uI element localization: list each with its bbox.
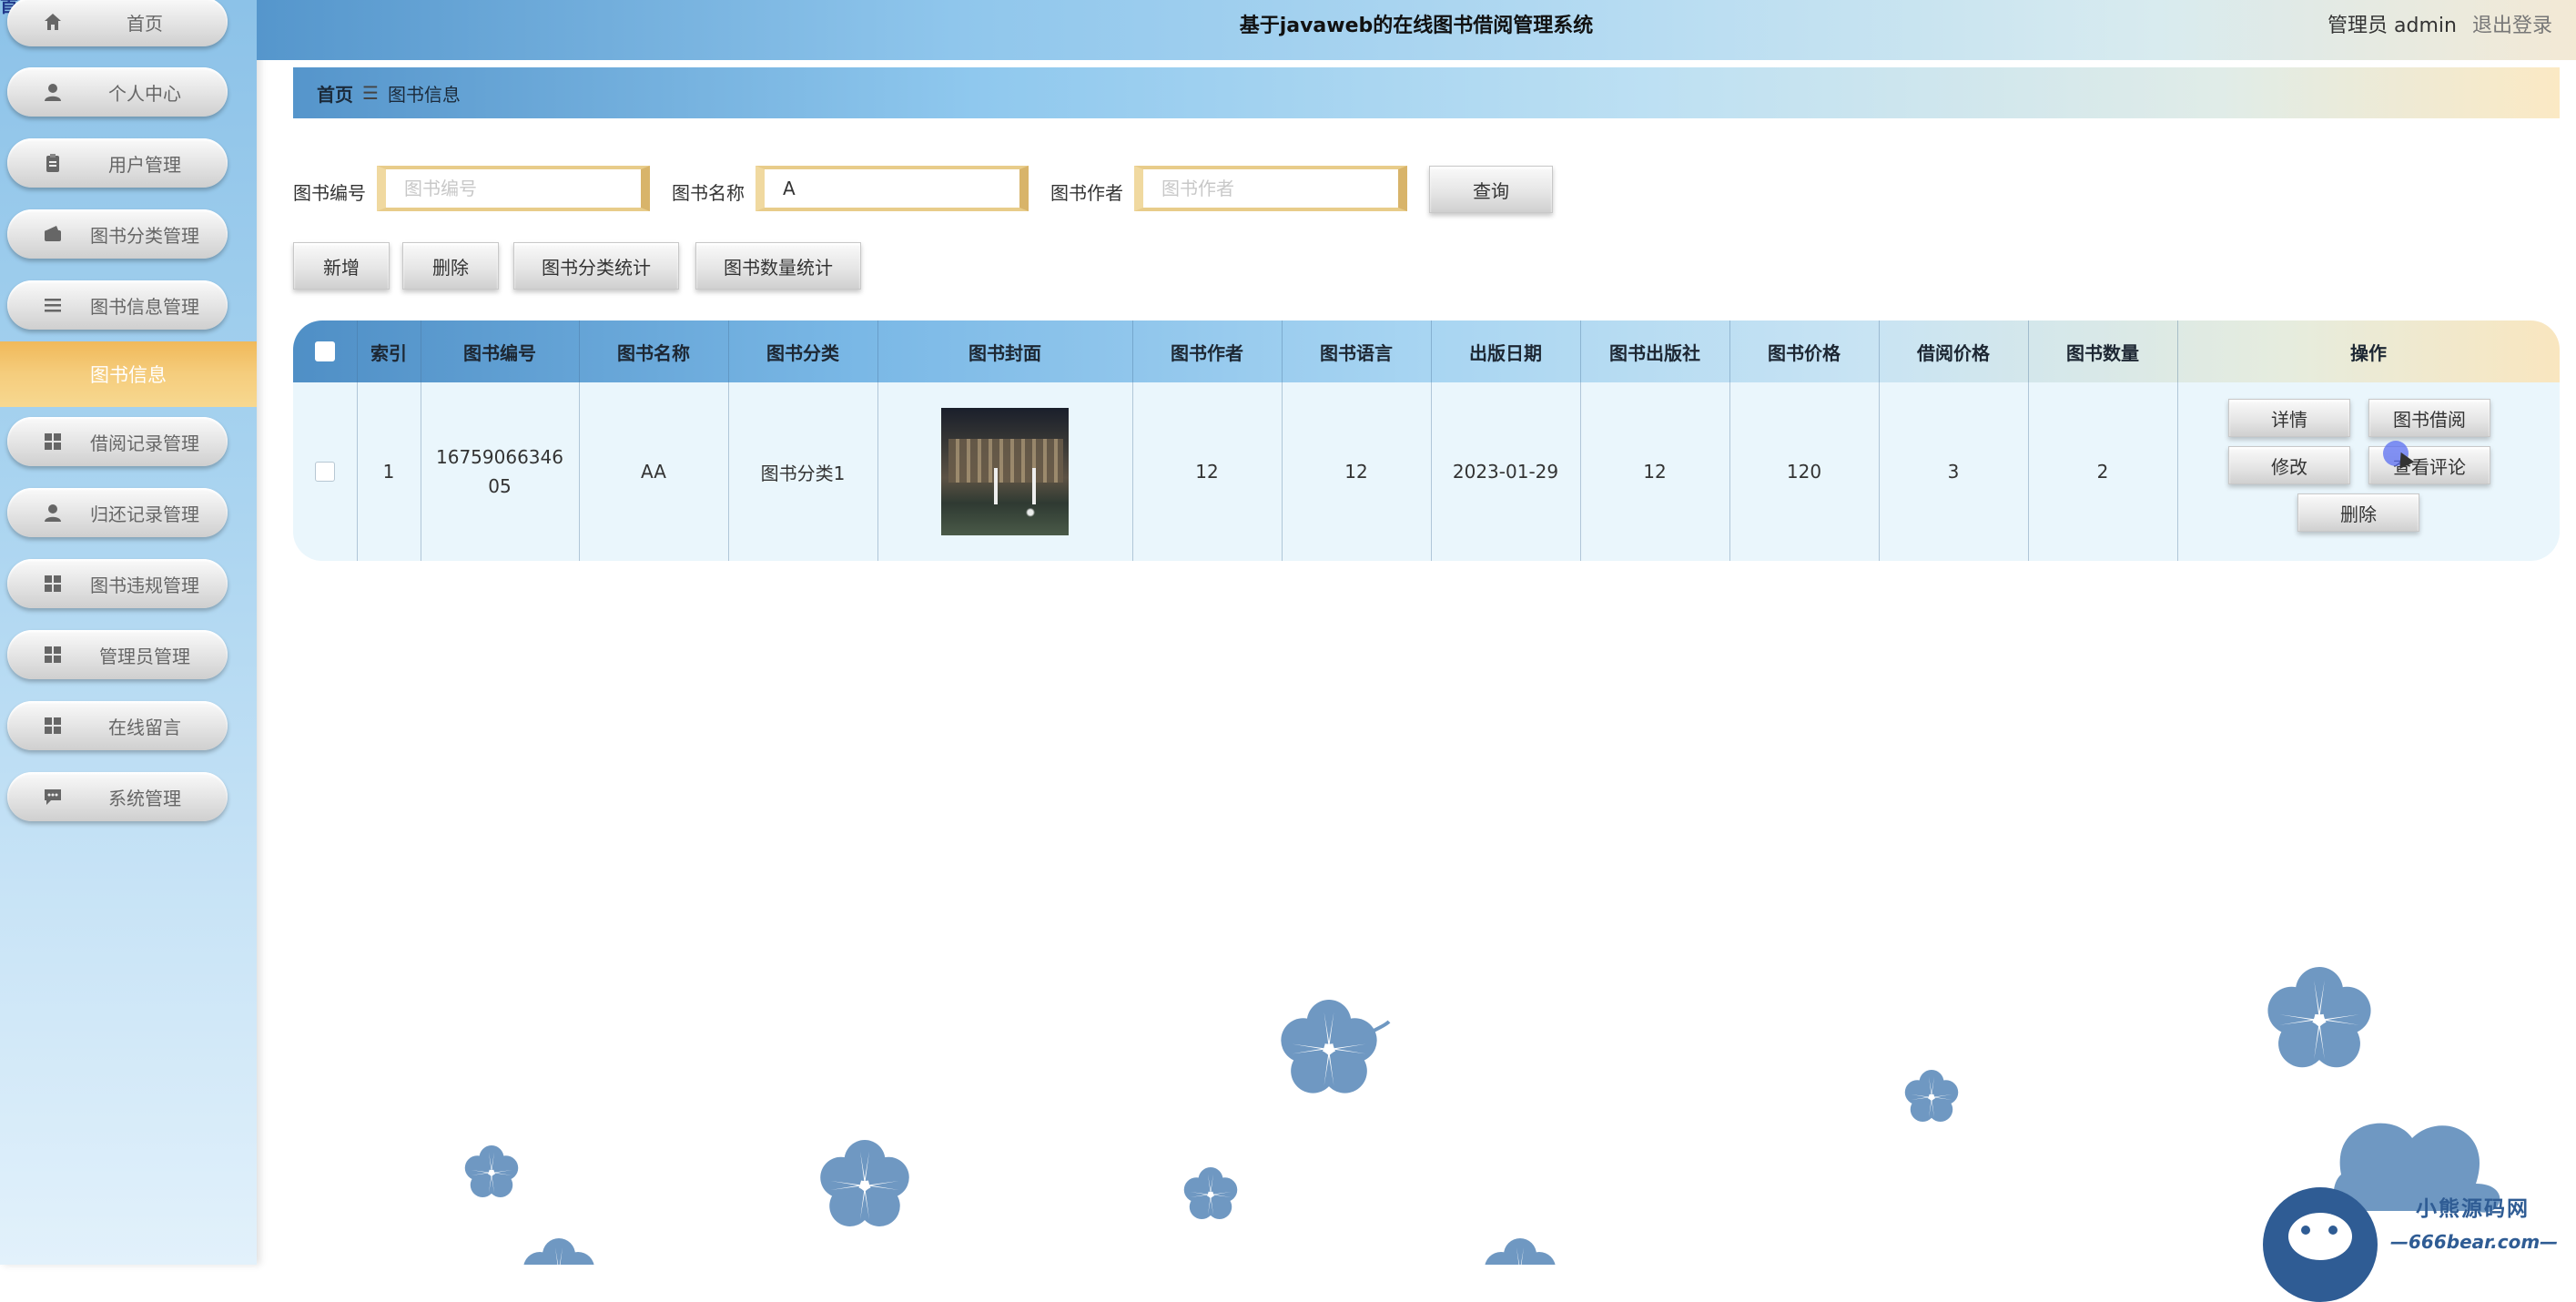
sidebar-item-label: 用户管理 bbox=[108, 153, 181, 176]
sidebar-item-label: 在线留言 bbox=[108, 716, 181, 738]
col-book-no: 图书编号 bbox=[463, 341, 536, 364]
app-title: 基于javaweb的在线图书借阅管理系统 bbox=[1239, 15, 1594, 37]
header-select-all bbox=[293, 320, 357, 382]
sidebar-item-label: 借阅记录管理 bbox=[90, 432, 199, 454]
cell-publisher: 12 bbox=[1643, 461, 1667, 483]
cell-book-no: 1675906634605 bbox=[421, 382, 579, 561]
watermark-name: 小熊源码网 bbox=[2416, 1196, 2530, 1221]
col-price: 图书价格 bbox=[1768, 341, 1841, 364]
cell-book-name: AA bbox=[641, 461, 666, 483]
bear-logo-icon bbox=[2263, 1187, 2378, 1302]
sidebar-item-5[interactable]: 借阅记录管理 bbox=[7, 417, 228, 466]
cell-price: 120 bbox=[1786, 461, 1822, 483]
sidebar-item-2[interactable]: 用户管理 bbox=[7, 138, 228, 188]
user-info: 管理员 admin 退出登录 bbox=[2328, 9, 2552, 38]
grid-icon bbox=[40, 429, 66, 454]
col-language: 图书语言 bbox=[1320, 341, 1393, 364]
cell-cover bbox=[877, 382, 1132, 561]
cell-borrow-price: 3 bbox=[1947, 461, 1960, 483]
breadcrumb-current: 图书信息 bbox=[387, 83, 461, 106]
sidebar-item-8[interactable]: 管理员管理 bbox=[7, 630, 228, 679]
grid-icon bbox=[40, 571, 66, 596]
sidebar-item-label: 管理员管理 bbox=[99, 645, 190, 667]
sidebar-item-label: 个人中心 bbox=[108, 82, 181, 105]
book-no-text: 1675906634605 bbox=[436, 446, 563, 497]
query-button[interactable]: 查询 bbox=[1429, 166, 1553, 213]
book-no-label: 图书编号 bbox=[293, 182, 366, 204]
sidebar-item-label: 图书分类管理 bbox=[90, 224, 199, 247]
col-borrow-price: 借阅价格 bbox=[1917, 341, 1990, 364]
col-author: 图书作者 bbox=[1171, 341, 1243, 364]
sidebar-item-4[interactable]: 图书信息管理 bbox=[7, 280, 228, 330]
row-select-cell bbox=[293, 382, 357, 561]
sidebar-item-9[interactable]: 在线留言 bbox=[7, 701, 228, 750]
sidebar-item-label: 图书信息管理 bbox=[90, 295, 199, 318]
detail-button[interactable]: 详情 bbox=[2228, 399, 2350, 437]
author-label: 图书作者 bbox=[1050, 182, 1123, 204]
edit-button[interactable]: 修改 bbox=[2228, 446, 2350, 484]
book-name-label: 图书名称 bbox=[672, 182, 745, 204]
book-cover-image[interactable] bbox=[941, 408, 1069, 535]
grid-icon bbox=[40, 713, 66, 738]
cell-quantity: 2 bbox=[2096, 461, 2109, 483]
sidebar-item-1[interactable]: 个人中心 bbox=[7, 67, 228, 117]
message-icon bbox=[40, 784, 66, 809]
sidebar-item-7[interactable]: 图书违规管理 bbox=[7, 559, 228, 608]
row-checkbox[interactable] bbox=[315, 462, 335, 482]
wallet-icon bbox=[40, 221, 66, 247]
cell-category: 图书分类1 bbox=[760, 462, 846, 484]
watermark: 小熊源码网 —666bear.com— bbox=[2263, 1184, 2576, 1302]
sidebar-item-3[interactable]: 图书分类管理 bbox=[7, 209, 228, 259]
sidebar-subitem-book-info[interactable]: 图书信息 bbox=[0, 341, 257, 407]
sidebar-item-6[interactable]: 归还记录管理 bbox=[7, 488, 228, 537]
borrow-button[interactable]: 图书借阅 bbox=[2368, 399, 2490, 437]
category-stats-button[interactable]: 图书分类统计 bbox=[513, 242, 679, 290]
col-category: 图书分类 bbox=[766, 341, 839, 364]
cell-index: 1 bbox=[382, 461, 395, 483]
sidebar-item-label: 系统管理 bbox=[108, 787, 181, 809]
book-name-input[interactable] bbox=[756, 166, 1029, 211]
col-cover: 图书封面 bbox=[969, 341, 1041, 364]
cell-language: 12 bbox=[1344, 461, 1368, 483]
book-no-input[interactable] bbox=[377, 166, 650, 211]
breadcrumb-separator-icon: ☰ bbox=[362, 82, 379, 104]
book-table: 索引 图书编号 图书名称 图书分类 图书封面 图书作者 图书语言 出版日期 图书… bbox=[293, 320, 2560, 561]
grid-icon bbox=[40, 642, 66, 667]
col-quantity: 图书数量 bbox=[2066, 341, 2139, 364]
breadcrumb-home[interactable]: 首页 bbox=[317, 80, 353, 107]
sidebar-item-label: 归还记录管理 bbox=[90, 503, 199, 525]
sidebar-item-label: 图书违规管理 bbox=[90, 574, 199, 596]
row-delete-button[interactable]: 删除 bbox=[2297, 493, 2419, 532]
sidebar-item-label: 首页 bbox=[127, 12, 163, 35]
col-book-name: 图书名称 bbox=[617, 341, 690, 364]
col-operations: 操作 bbox=[2350, 341, 2387, 364]
select-all-checkbox[interactable] bbox=[315, 341, 335, 361]
sidebar-item-0[interactable]: 首页 bbox=[7, 0, 228, 46]
user-icon bbox=[40, 79, 66, 105]
quantity-stats-button[interactable]: 图书数量统计 bbox=[695, 242, 861, 290]
cell-author: 12 bbox=[1195, 461, 1219, 483]
col-publisher: 图书出版社 bbox=[1609, 341, 1700, 364]
clipboard-icon bbox=[40, 150, 66, 176]
cell-pub-date: 2023-01-29 bbox=[1452, 461, 1559, 483]
col-pub-date: 出版日期 bbox=[1469, 341, 1542, 364]
sidebar-item-10[interactable]: 系统管理 bbox=[7, 772, 228, 821]
current-user: 管理员 admin bbox=[2328, 15, 2457, 37]
breadcrumb: 首页 ☰ 图书信息 bbox=[293, 67, 2560, 118]
top-header: 基于javaweb的在线图书借阅管理系统 管理员 admin 退出登录 bbox=[257, 0, 2576, 60]
col-index: 索引 bbox=[370, 341, 407, 364]
author-input[interactable] bbox=[1134, 166, 1407, 211]
logout-link[interactable]: 退出登录 bbox=[2472, 15, 2552, 37]
list-icon bbox=[40, 292, 66, 318]
delete-button[interactable]: 删除 bbox=[402, 242, 499, 290]
watermark-url: —666bear.com— bbox=[2390, 1231, 2559, 1253]
add-button[interactable]: 新增 bbox=[293, 242, 390, 290]
home-icon bbox=[40, 9, 66, 35]
user-icon bbox=[40, 500, 66, 525]
